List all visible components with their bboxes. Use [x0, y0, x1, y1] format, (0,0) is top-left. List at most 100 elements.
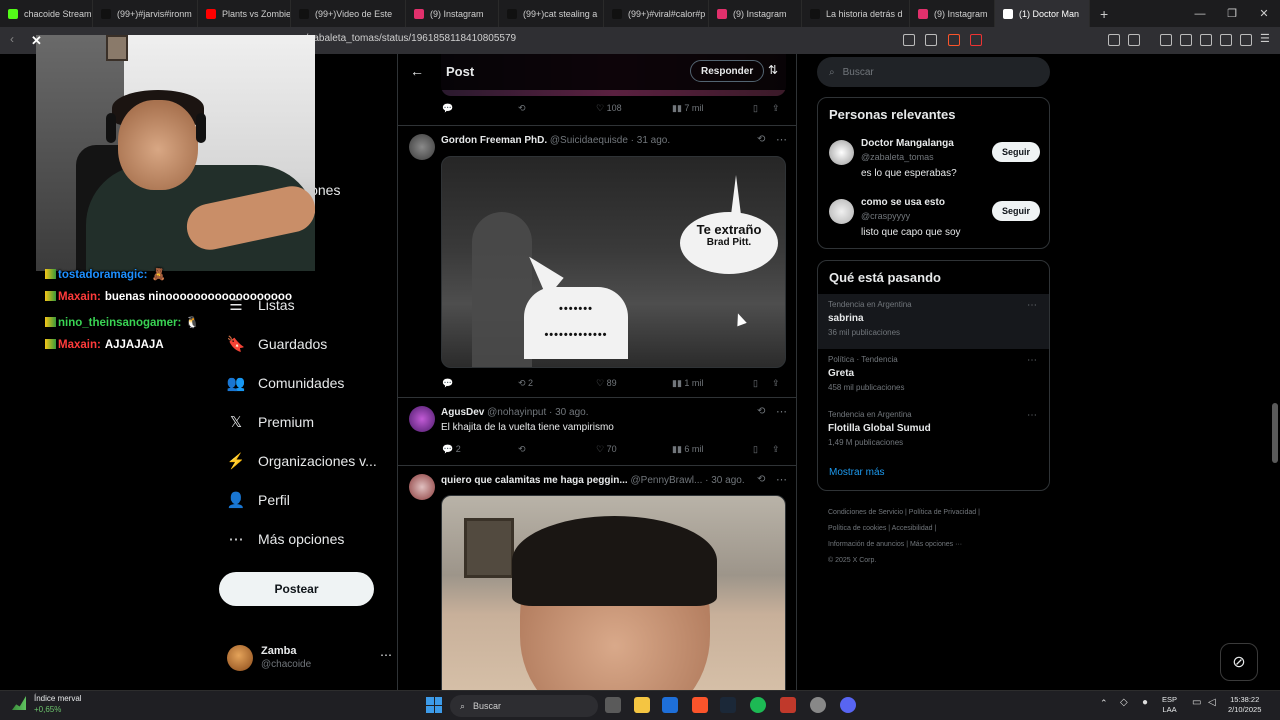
tweet-item[interactable]: Gordon Freeman PhD. @Suicidaequisde · 31… — [398, 125, 796, 397]
grok-icon[interactable]: ⟲ — [757, 474, 765, 485]
screenshot-icon[interactable] — [1128, 34, 1140, 46]
brave-shield-icon[interactable] — [948, 34, 960, 46]
taskbar-search[interactable]: ⌕ Buscar — [450, 695, 598, 717]
browser-tab[interactable]: Plants vs Zombies f — [198, 0, 291, 27]
obs-icon[interactable] — [810, 697, 826, 713]
brave-icon[interactable] — [692, 697, 708, 713]
close-window-button[interactable]: ✕ — [1248, 7, 1280, 20]
nav-item[interactable]: 👤 Perfil — [227, 486, 290, 514]
leo-icon[interactable] — [1220, 34, 1232, 46]
discord-icon[interactable] — [840, 697, 856, 713]
reply-icon[interactable]: 💬 2 — [442, 444, 461, 455]
show-more-link[interactable]: Mostrar más — [829, 467, 885, 478]
views-icon[interactable]: ▮▮ 6 mil — [672, 444, 703, 455]
repost-icon[interactable]: ⟲ — [518, 444, 526, 455]
steam-icon[interactable] — [720, 697, 736, 713]
post-button[interactable]: Postear — [219, 572, 374, 606]
share-icon[interactable]: ⇪ — [772, 378, 780, 389]
bookmark-icon[interactable]: ▯ — [753, 103, 758, 114]
more-icon[interactable]: ⋯ — [1027, 355, 1037, 366]
extensions-icon[interactable] — [1108, 34, 1120, 46]
close-icon[interactable]: ✕ — [31, 33, 42, 49]
spotify-icon[interactable] — [750, 697, 766, 713]
nav-item[interactable]: 𝕏 Premium — [227, 408, 314, 436]
language-indicator[interactable]: ESP LAA — [1162, 695, 1177, 715]
more-icon[interactable]: ⋯ — [380, 648, 392, 662]
chat-username[interactable]: tostadoramagic: — [58, 269, 147, 281]
browser-tab[interactable]: (99+)#viral#calor#p — [604, 0, 709, 27]
trend-item[interactable]: Tendencia en Argentina sabrina 36 mil pu… — [818, 294, 1049, 349]
share-icon[interactable]: ⇪ — [772, 103, 780, 114]
nav-item[interactable]: 🔖 Guardados — [227, 330, 328, 358]
reply-icon[interactable]: 💬 — [442, 103, 453, 114]
menu-icon[interactable]: ☰ — [1260, 32, 1272, 45]
views-icon[interactable]: ▮▮ 7 mil — [672, 103, 703, 114]
reply-button[interactable]: Responder — [690, 60, 765, 82]
grok-fab-icon[interactable]: ⊘ — [1220, 643, 1258, 681]
browser-tab[interactable]: chacoide Stream — [0, 0, 93, 27]
music-icon[interactable] — [1160, 34, 1172, 46]
browser-tab[interactable]: (1) Doctor Man — [995, 0, 1090, 27]
browser-tab[interactable]: La historia detrás d — [802, 0, 910, 27]
wallet-icon[interactable] — [1200, 34, 1212, 46]
grok-icon[interactable]: ⟲ — [757, 406, 765, 417]
tweet-media[interactable]: Te extraño Brad Pitt. ••••••• ••••••••••… — [441, 156, 786, 368]
like-icon[interactable]: ♡ 108 — [596, 103, 622, 114]
footer-line[interactable]: Política de cookies | Accesibilidad | — [828, 521, 1048, 537]
grok-icon[interactable]: ⟲ — [757, 134, 765, 145]
bing-icon[interactable] — [662, 697, 678, 713]
trend-item[interactable]: Tendencia en Argentina Flotilla Global S… — [818, 404, 1049, 459]
follow-button[interactable]: Seguir — [991, 142, 1040, 162]
nav-item[interactable]: ⋯ Más opciones — [227, 525, 345, 553]
more-icon[interactable]: ⋯ — [776, 133, 787, 146]
repost-icon[interactable]: ⟲ — [518, 103, 526, 114]
network-icon[interactable]: ◇ — [1120, 697, 1128, 708]
url-field[interactable]: n/zabaleta_tomas/status/1961858118410805… — [300, 33, 516, 44]
cast-icon[interactable] — [903, 34, 915, 46]
rewards-icon[interactable] — [970, 34, 982, 46]
repost-icon[interactable]: ⟲ 2 — [518, 378, 533, 389]
reply-icon[interactable]: 💬 — [442, 378, 453, 389]
footer-line[interactable]: Información de anuncios | Más opciones ·… — [828, 537, 1048, 553]
new-tab-button[interactable]: + — [1100, 6, 1108, 22]
like-icon[interactable]: ♡ 70 — [596, 444, 617, 455]
browser-tab[interactable]: (99+)Video de Este — [291, 0, 406, 27]
more-icon[interactable]: ⋯ — [776, 473, 787, 486]
list-item[interactable]: Doctor Mangalanga @zabaleta_tomas es lo … — [829, 138, 1040, 188]
chevron-up-icon[interactable]: ⌃ — [1100, 698, 1108, 709]
share-icon[interactable] — [925, 34, 937, 46]
browser-tab[interactable]: (99+)#jarvis#ironm — [93, 0, 198, 27]
footer-line[interactable]: Condiciones de Servicio | Política de Pr… — [828, 505, 1048, 521]
volume-icon[interactable]: ◁ — [1208, 697, 1216, 708]
views-icon[interactable]: ▮▮ 1 mil — [672, 378, 703, 389]
search-input[interactable]: ⌕ Buscar — [817, 57, 1050, 87]
file-explorer-icon[interactable] — [634, 697, 650, 713]
maximize-button[interactable]: ❐ — [1216, 7, 1248, 20]
tweet-media[interactable] — [441, 495, 786, 690]
more-icon[interactable]: ⋯ — [1027, 410, 1037, 421]
app-icon[interactable] — [780, 697, 796, 713]
minimize-button[interactable]: — — [1184, 8, 1216, 20]
sidebar-icon[interactable] — [1180, 34, 1192, 46]
browser-tab[interactable]: (9) Instagram — [406, 0, 499, 27]
share-icon[interactable]: ⇪ — [772, 444, 780, 455]
list-item[interactable]: como se usa esto @craspyyyy listo que ca… — [829, 197, 1040, 247]
trend-item[interactable]: Política · Tendencia Greta 458 mil publi… — [818, 349, 1049, 404]
scrollbar[interactable] — [1272, 403, 1278, 463]
follow-button[interactable]: Seguir — [991, 201, 1040, 221]
mic-icon[interactable]: ● — [1142, 697, 1148, 708]
browser-tab[interactable]: (9) Instagram — [910, 0, 995, 27]
clock[interactable]: 15:38:22 2/10/2025 — [1228, 695, 1261, 715]
more-icon[interactable]: ⋯ — [1027, 300, 1037, 311]
display-icon[interactable]: ▭ — [1192, 697, 1201, 708]
windows-start-icon[interactable] — [426, 697, 442, 713]
bookmark-icon[interactable]: ▯ — [753, 444, 758, 455]
more-icon[interactable]: ⋯ — [776, 405, 787, 418]
tweet-item[interactable]: AgusDev @nohayinput · 30 ago. ⟲ ⋯ El kha… — [398, 397, 796, 465]
like-icon[interactable]: ♡ 89 — [596, 378, 617, 389]
back-nav-icon[interactable]: ‹ — [10, 32, 14, 46]
account-switcher[interactable]: Zamba @chacoide ⋯ — [227, 642, 392, 678]
sliders-icon[interactable]: ⇅ — [768, 63, 778, 77]
chat-username[interactable]: Maxain: — [58, 339, 101, 351]
bookmark-icon[interactable]: ▯ — [753, 378, 758, 389]
